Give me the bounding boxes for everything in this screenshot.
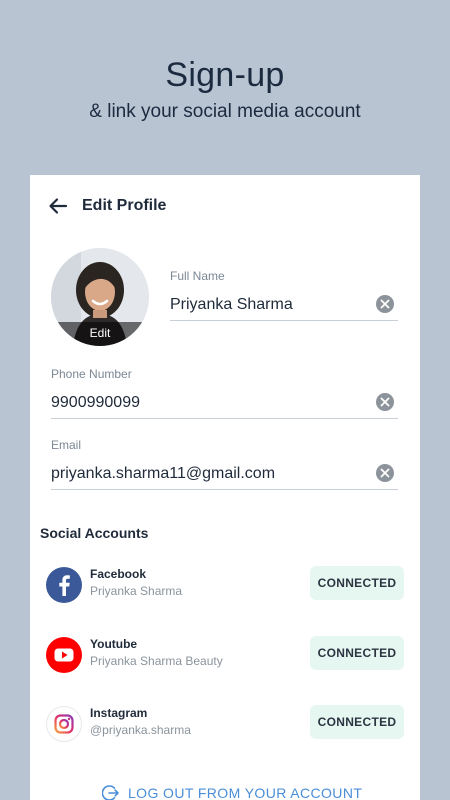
social-account-handle: Priyanka Sharma Beauty	[90, 654, 223, 668]
social-account-youtube: Youtube Priyanka Sharma Beauty CONNECTED	[46, 635, 404, 675]
phone-number-input[interactable]	[51, 388, 398, 417]
phone-number-row	[51, 387, 398, 419]
youtube-icon	[46, 637, 82, 673]
hero-header: Sign-up & link your social media account	[0, 56, 450, 123]
arrow-left-icon[interactable]	[48, 196, 68, 216]
email-label: Email	[51, 438, 82, 452]
clear-icon[interactable]	[376, 464, 394, 482]
social-account-name: Instagram	[90, 706, 148, 720]
email-field: Email	[51, 438, 398, 490]
full-name-label: Full Name	[170, 269, 225, 283]
logout-link[interactable]: LOG OUT FROM YOUR ACCOUNT	[101, 783, 363, 800]
full-name-row	[170, 289, 398, 321]
social-account-handle: @priyanka.sharma	[90, 723, 191, 737]
avatar-edit-label[interactable]: Edit	[51, 322, 149, 346]
hero-title: Sign-up	[165, 56, 285, 94]
page-title: Edit Profile	[82, 197, 167, 214]
clear-icon[interactable]	[376, 295, 394, 313]
social-account-handle: Priyanka Sharma	[90, 584, 183, 598]
connected-button[interactable]: CONNECTED	[310, 636, 404, 670]
logout-icon	[101, 784, 120, 800]
instagram-icon	[46, 706, 82, 742]
phone-number-label: Phone Number	[51, 367, 132, 381]
logout-label: LOG OUT FROM YOUR ACCOUNT	[128, 785, 363, 800]
social-account-instagram: Instagram @priyanka.sharma CONNECTED	[46, 704, 404, 744]
connected-button[interactable]: CONNECTED	[310, 566, 404, 600]
clear-icon[interactable]	[376, 393, 394, 411]
edit-profile-card: Edit Profile Edit Full Name Phone Number	[30, 175, 420, 800]
facebook-icon	[46, 567, 82, 603]
hero-subtitle: & link your social media account	[89, 101, 361, 122]
connected-button[interactable]: CONNECTED	[310, 705, 404, 739]
email-row	[51, 458, 398, 490]
avatar[interactable]: Edit	[51, 248, 149, 346]
full-name-field: Full Name	[170, 269, 398, 321]
phone-number-field: Phone Number	[51, 367, 398, 419]
card-header: Edit Profile	[48, 195, 166, 217]
social-account-facebook: Facebook Priyanka Sharma CONNECTED	[46, 565, 404, 605]
social-account-name: Youtube	[90, 637, 138, 651]
social-account-name: Facebook	[90, 567, 147, 581]
full-name-input[interactable]	[170, 290, 398, 319]
email-input[interactable]	[51, 459, 398, 488]
social-accounts-title: Social Accounts	[40, 525, 149, 541]
